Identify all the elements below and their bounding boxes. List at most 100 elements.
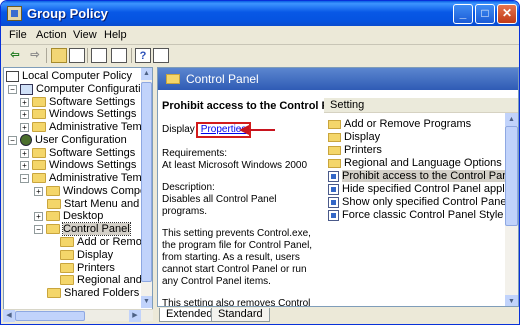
group-policy-app-icon [7,6,22,21]
forward-arrow-icon[interactable]: ⇨ [27,48,43,63]
collapse-icon[interactable]: − [8,135,17,145]
folder-icon [60,237,74,248]
list-item[interactable]: Force classic Control Panel Style [328,209,503,221]
title-bar[interactable]: Group Policy _ □ ✕ [1,1,519,26]
expand-icon[interactable]: + [20,109,29,119]
list-item[interactable]: Hide specified Control Panel applets [328,183,518,195]
tree-item-windows-components[interactable]: +Windows Components [34,185,152,197]
menu-file[interactable]: File [9,29,27,41]
list-item[interactable]: Display [328,131,380,143]
tree-item-software-settings[interactable]: + Software Settings [20,96,135,108]
tree-item-display[interactable]: Display [60,249,113,261]
view-tabs: Extended Standard [159,308,519,324]
expand-icon[interactable]: + [20,97,29,107]
menu-view[interactable]: View [73,29,97,41]
column-header-setting[interactable]: Setting [324,98,518,113]
tree-item-windows-settings[interactable]: + Windows Settings [20,108,136,120]
tree-item-local-computer-policy[interactable]: Local Computer Policy [6,70,132,82]
folder-icon [328,145,341,155]
setting-heading: Prohibit access to the Control Panel [162,100,351,112]
scroll-down-icon[interactable]: ▼ [505,295,518,306]
tree-item-computer-configuration[interactable]: − Computer Configuration [8,83,152,95]
list-item-selected[interactable]: Prohibit access to the Control Panel [328,170,517,182]
policy-icon [6,70,19,82]
scroll-right-icon[interactable]: ▶ [129,310,141,322]
minimize-button[interactable]: _ [453,4,473,24]
collapse-icon[interactable]: − [34,224,43,234]
group-policy-window: Group Policy _ □ ✕ File Action View Help… [0,0,520,325]
computer-icon [20,83,33,95]
help-icon[interactable]: ? [135,48,151,63]
toolbar-separator [46,48,47,63]
scroll-down-icon[interactable]: ▼ [141,296,152,308]
folder-icon [46,186,60,197]
tree-item-user-configuration[interactable]: − User Configuration [8,134,127,147]
scroll-up-icon[interactable]: ▲ [141,68,152,80]
pane-header: Control Panel [158,68,518,90]
folder-icon [60,275,74,286]
tree-item-windows-settings[interactable]: + Windows Settings [20,159,136,171]
tree-pane[interactable]: Local Computer Policy − Computer Configur… [3,67,153,321]
folder-icon [166,74,180,84]
folder-icon [32,97,46,108]
toolbar-separator [87,48,88,63]
expand-icon[interactable]: + [34,211,43,221]
list-item[interactable]: Add or Remove Programs [328,118,471,130]
tree-item-printers[interactable]: Printers [60,262,115,274]
scroll-left-icon[interactable]: ◀ [3,310,15,322]
open-folder-icon [46,224,60,235]
up-folder-icon[interactable] [51,48,67,63]
folder-icon [47,199,61,210]
window-title: Group Policy [27,6,108,21]
expand-icon[interactable]: + [20,122,29,132]
show-tree-icon[interactable] [69,48,85,63]
folder-icon [47,288,61,299]
back-arrow-icon[interactable]: ⇦ [7,48,23,63]
expand-icon[interactable]: + [20,148,29,158]
show-pane-icon[interactable] [153,48,169,63]
requirements: Requirements: At least Microsoft Windows… [162,148,308,171]
red-arrow-annotation [239,125,275,135]
tree-item-shared-folders[interactable]: Shared Folders [47,287,139,299]
tree-item-regional-and-language[interactable]: Regional and Lang [60,274,152,286]
pane-header-title: Control Panel [186,72,259,86]
expand-icon[interactable]: + [20,160,29,170]
folder-icon [32,173,46,184]
policy-setting-icon [328,170,339,182]
list-icon[interactable] [111,48,127,63]
collapse-icon[interactable]: − [20,173,29,183]
description: Description: Disables all Control Panel … [162,182,277,217]
scroll-up-icon[interactable]: ▲ [505,113,518,126]
folder-icon [32,109,46,120]
list-item[interactable]: Show only specified Control Panel applet… [328,196,518,208]
folder-icon [32,122,46,133]
maximize-button[interactable]: □ [475,4,495,24]
tree-horizontal-scrollbar[interactable]: ◀ ▶ [3,309,153,322]
scroll-thumb[interactable] [141,82,152,282]
tree-item-software-settings[interactable]: + Software Settings [20,147,135,159]
tree-item-desktop[interactable]: + Desktop [34,210,103,222]
menu-help[interactable]: Help [104,29,127,41]
collapse-icon[interactable]: − [8,84,17,94]
folder-icon [60,250,74,261]
list-item[interactable]: Regional and Language Options [328,157,502,169]
folder-icon [32,148,46,159]
tree-item-start-menu-and-taskbar[interactable]: Start Menu and Taskba [47,198,152,210]
scroll-thumb[interactable] [15,311,85,321]
tree-item-administrative-templates[interactable]: −Administrative Templates [20,172,152,184]
toolbar-separator [131,48,132,63]
expand-icon[interactable]: + [34,186,43,196]
scroll-thumb[interactable] [505,126,518,226]
tab-standard[interactable]: Standard [211,308,270,322]
properties-icon[interactable] [91,48,107,63]
menu-action[interactable]: Action [36,29,67,41]
policy-setting-icon [328,183,339,195]
close-button[interactable]: ✕ [497,4,517,24]
details-vertical-scrollbar[interactable]: ▲ ▼ [505,113,518,306]
tree-item-control-panel[interactable]: − Control Panel [34,222,131,236]
details-pane: Control Panel Prohibit access to the Con… [157,67,519,307]
tree-item-administrative-templates[interactable]: +Administrative Templates [20,121,152,133]
tree-item-add-or-remove-programs[interactable]: Add or Remove P [60,236,152,248]
list-item[interactable]: Printers [328,144,382,156]
tree-vertical-scrollbar[interactable]: ▲ ▼ [141,68,152,308]
